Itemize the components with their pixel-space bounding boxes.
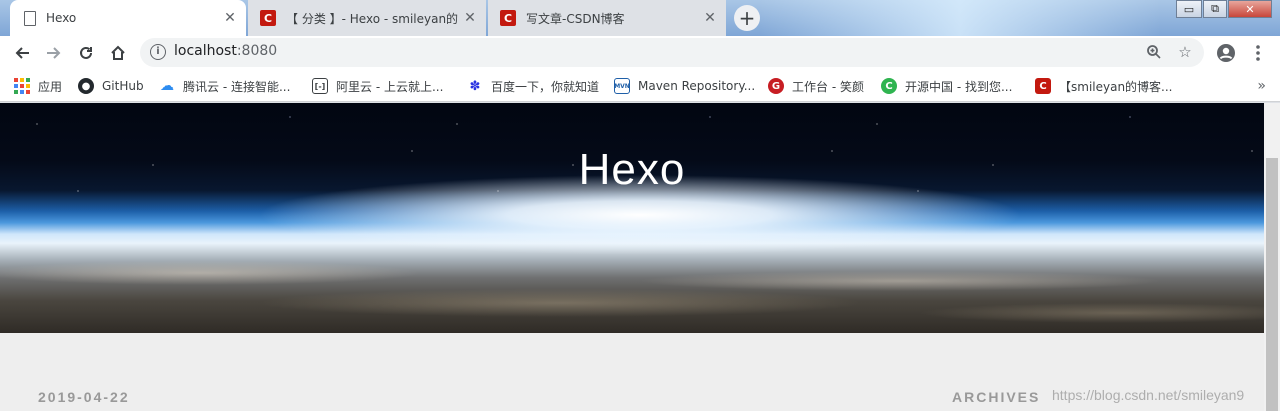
baidu-icon: ✽ [467, 78, 483, 94]
tab-title: Hexo [46, 11, 77, 25]
account-icon [1217, 44, 1235, 62]
bookmark-label: Maven Repository... [638, 79, 756, 93]
bookmark-maven[interactable]: MVN Maven Repository... [614, 76, 755, 96]
bookmark-tencent-cloud[interactable]: ☁ 腾讯云 - 连接智能... [159, 76, 290, 96]
csdn-icon: C [500, 10, 516, 26]
new-tab-button[interactable]: + [734, 5, 760, 31]
bookmark-label: 应用 [38, 79, 63, 94]
bookmark-label: 阿里云 - 上云就上... [336, 79, 444, 94]
bookmark-label: GitHub [102, 79, 144, 93]
address-bar[interactable]: i localhost:8080 ☆ [140, 38, 1204, 67]
zoom-icon[interactable] [1144, 42, 1164, 62]
tab-title: 写文章-CSDN博客 [526, 11, 625, 26]
bookmarks-bar: 应用 ● GitHub ☁ 腾讯云 - 连接智能... [-] 阿里云 - 上云… [0, 70, 1280, 102]
url-port: :8080 [236, 43, 278, 59]
bookmark-label: 开源中国 - 找到您... [905, 79, 1013, 94]
bookmark-label: 【smileyan的博客... [1059, 79, 1173, 94]
archives-link[interactable]: ARCHIVES [952, 389, 1040, 405]
bookmark-label: 百度一下，你就知道 [491, 79, 600, 94]
close-icon[interactable]: ✕ [462, 10, 478, 26]
page-scrollbar[interactable] [1264, 103, 1280, 411]
arrow-right-icon [47, 47, 61, 59]
bookmarks-overflow-button[interactable]: » [1257, 78, 1266, 94]
csdn-icon: C [1035, 78, 1051, 94]
page-viewport: Hexo 2019-04-22 ARCHIVES https://blog.cs… [0, 103, 1264, 411]
star-icon[interactable]: ☆ [1175, 42, 1195, 62]
bookmark-label: 工作台 - 笑颜 [792, 79, 864, 94]
hero-banner: Hexo [0, 103, 1264, 333]
maximize-button[interactable]: ⧉ [1203, 0, 1227, 18]
doc-icon [24, 10, 36, 26]
bookmark-gitee[interactable]: G 工作台 - 笑颜 [768, 76, 864, 96]
reload-icon [80, 46, 92, 59]
oschina-icon: C [881, 78, 897, 94]
watermark-text: https://blog.csdn.net/smileyan9 [1052, 387, 1245, 403]
info-icon[interactable]: i [150, 44, 166, 60]
bookmark-github[interactable]: ● GitHub [78, 76, 144, 96]
tab-write-article[interactable]: C 写文章-CSDN博客 ✕ [488, 0, 726, 36]
bookmark-baidu[interactable]: ✽ 百度一下，你就知道 [467, 76, 599, 96]
close-icon[interactable]: ✕ [702, 10, 718, 26]
bookmark-aliyun[interactable]: [-] 阿里云 - 上云就上... [312, 76, 443, 96]
browser-window: Hexo ✕ C 【 分类 】- Hexo - smileyan的 ✕ C 写文… [0, 0, 1280, 411]
earth-clouds-background [0, 243, 1264, 333]
bookmark-csdn-blog[interactable]: C 【smileyan的博客... [1035, 76, 1173, 96]
tab-hexo[interactable]: Hexo ✕ [10, 0, 246, 36]
tab-strip: Hexo ✕ C 【 分类 】- Hexo - smileyan的 ✕ C 写文… [0, 0, 1280, 36]
bookmark-apps[interactable]: 应用 [14, 76, 62, 96]
apps-icon [14, 78, 30, 94]
tencent-cloud-icon: ☁ [159, 78, 175, 94]
reload-button[interactable] [72, 39, 100, 67]
window-close-button[interactable]: ✕ [1228, 0, 1272, 18]
github-icon: ● [78, 78, 94, 94]
home-icon [111, 45, 125, 60]
url-host: localhost [174, 43, 237, 59]
more-vert-icon [1256, 45, 1260, 61]
tab-title: 【 分类 】- Hexo - smileyan的 [286, 11, 459, 26]
site-title[interactable]: Hexo [0, 145, 1264, 195]
csdn-icon: C [260, 10, 276, 26]
url-text: localhost:8080 [174, 43, 277, 59]
browser-toolbar: i localhost:8080 ☆ [0, 36, 1280, 70]
profile-button[interactable] [1212, 39, 1240, 67]
bookmark-label: 腾讯云 - 连接智能... [183, 79, 291, 94]
scrollbar-thumb[interactable] [1266, 158, 1278, 411]
back-button[interactable] [8, 39, 36, 67]
home-button[interactable] [104, 39, 132, 67]
minimize-button[interactable]: ▭ [1176, 0, 1202, 18]
bookmark-oschina[interactable]: C 开源中国 - 找到您... [881, 76, 1012, 96]
maven-icon: MVN [614, 78, 630, 94]
post-date: 2019-04-22 [38, 389, 130, 405]
close-icon[interactable]: ✕ [222, 10, 238, 26]
gitee-icon: G [768, 78, 784, 94]
aliyun-icon: [-] [312, 78, 328, 94]
forward-button[interactable] [40, 39, 68, 67]
menu-button[interactable] [1244, 39, 1272, 67]
arrow-left-icon [15, 47, 29, 59]
tab-category[interactable]: C 【 分类 】- Hexo - smileyan的 ✕ [248, 0, 486, 36]
